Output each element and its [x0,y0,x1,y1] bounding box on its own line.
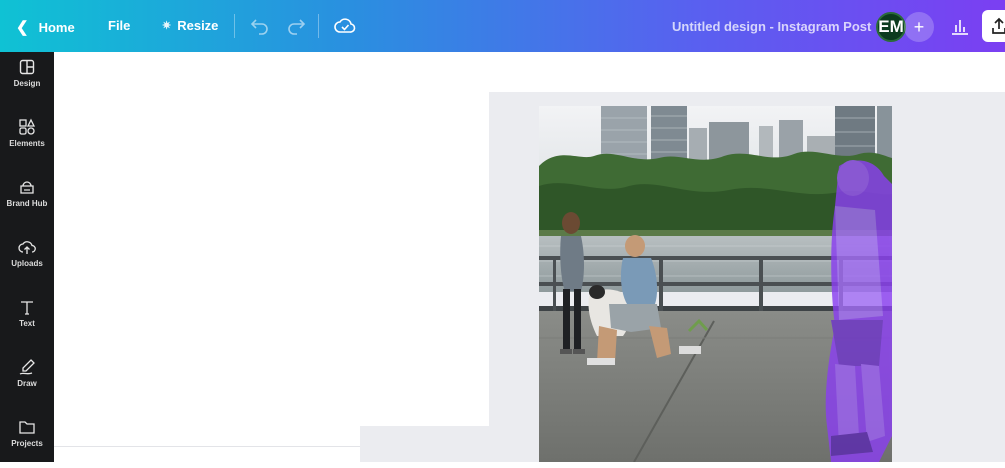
shapes-icon [19,118,36,135]
chevron-left-icon: ❮ [16,19,29,36]
toolbar-divider [318,14,319,38]
file-menu-button[interactable]: File [108,18,130,33]
plus-icon: + [913,16,925,37]
undo-icon[interactable] [250,15,270,35]
top-toolbar: ❮ Home File ✷ Resize Untitled design - I… [0,0,1005,52]
share-icon [992,17,1005,34]
brand-icon [20,181,34,194]
sidebar-item-label: Design [13,79,41,88]
sidebar-item-label: Text [19,319,35,328]
resize-label: Resize [177,18,219,33]
left-sidebar: Design Elements Brand Hub Uploads Text D… [0,52,54,462]
share-button[interactable] [982,10,1005,42]
file-label: File [108,18,131,33]
home-label: Home [38,19,75,35]
sidebar-item-draw[interactable]: Draw [0,352,54,408]
upload-cloud-icon [18,241,36,254]
canvas-photo[interactable] [539,106,892,462]
divider [54,446,360,447]
toolbar-divider [234,14,235,38]
editor-background [360,52,489,426]
folder-icon [19,421,35,434]
text-icon [21,301,33,315]
sidebar-item-label: Uploads [11,259,43,268]
insights-icon[interactable] [950,16,970,36]
sidebar-item-uploads[interactable]: Uploads [0,232,54,288]
sidebar-item-brand-hub[interactable]: Brand Hub [0,172,54,228]
avatar[interactable]: EM [876,12,906,42]
add-collaborator-button[interactable]: + [904,12,934,42]
redo-icon[interactable] [286,15,306,35]
sidebar-item-label: Elements [9,139,45,148]
draw-icon [19,359,35,375]
sidebar-item-projects[interactable]: Projects [0,412,54,468]
sidebar-item-elements[interactable]: Elements [0,112,54,168]
home-button[interactable]: ❮ Home [16,18,75,36]
layout-icon [19,59,35,75]
sidebar-item-text[interactable]: Text [0,292,54,348]
sparkle-icon: ✷ [162,20,172,32]
document-title[interactable]: Untitled design - Instagram Post [672,19,871,34]
sidebar-item-label: Brand Hub [6,199,48,208]
sidebar-item-label: Draw [17,379,37,388]
side-panel-footer [54,426,360,462]
side-panel [54,52,360,426]
sidebar-item-label: Projects [11,439,43,448]
cloud-check-icon[interactable] [334,15,356,37]
photo-icon [539,106,892,462]
sidebar-item-design[interactable]: Design [0,52,54,108]
resize-button[interactable]: ✷ Resize [162,18,218,33]
